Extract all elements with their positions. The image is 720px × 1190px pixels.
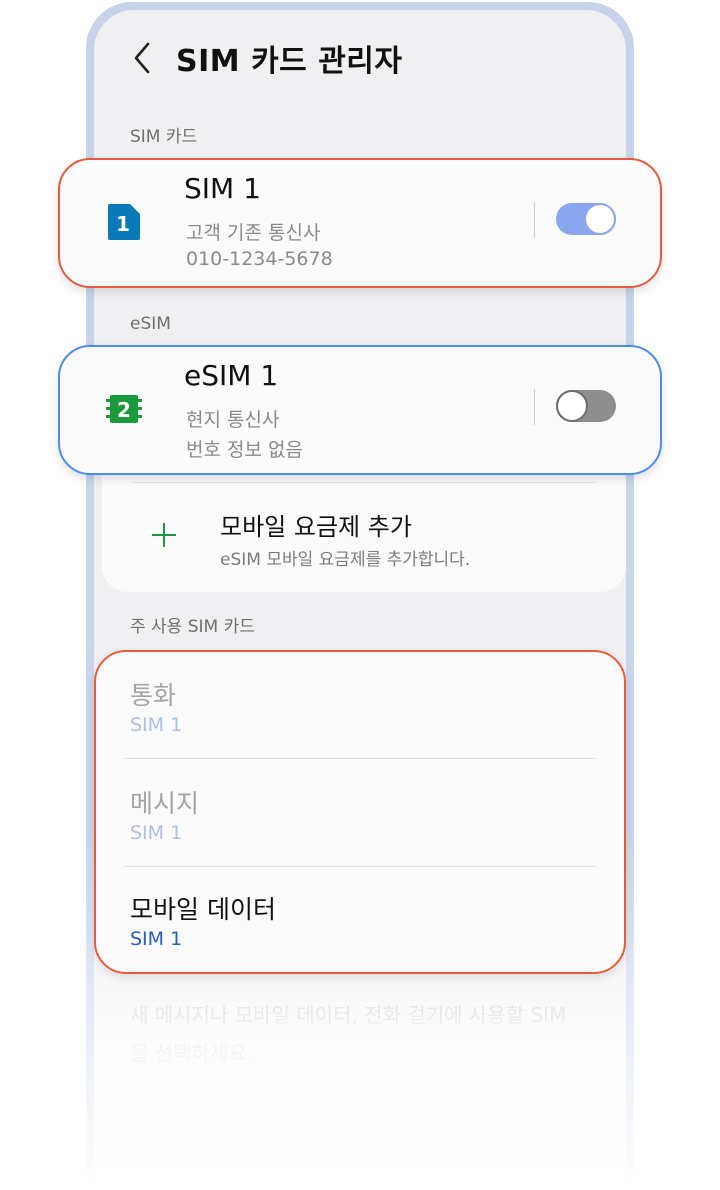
pref-mobile-data[interactable]: 모바일 데이터 SIM 1 bbox=[128, 868, 598, 976]
pref-mobile-data-label: 모바일 데이터 bbox=[130, 895, 276, 924]
row-divider bbox=[534, 202, 535, 238]
row-divider bbox=[534, 389, 535, 425]
pref-messages-label: 메시지 bbox=[130, 789, 200, 818]
primary-sim-card: 통화 SIM 1 메시지 SIM 1 모바일 데이터 SIM 1 bbox=[94, 650, 626, 974]
esim1-title: eSIM 1 bbox=[184, 359, 279, 392]
add-plan-row[interactable]: 모바일 요금제 추가 eSIM 모바일 요금제를 추가합니다. bbox=[102, 483, 626, 591]
footnote-text: 새 메시지나 모바일 데이터, 전화 걸기에 사용할 SIM을 선택하세요. bbox=[130, 1003, 567, 1065]
toggle-knob bbox=[556, 390, 588, 422]
back-arrow-icon[interactable] bbox=[130, 40, 154, 76]
sim1-badge: 1 bbox=[116, 212, 130, 236]
sim1-toggle[interactable] bbox=[556, 203, 616, 235]
esim-chip-2-icon: 2 bbox=[106, 395, 142, 423]
esim1-badge: 2 bbox=[117, 398, 131, 422]
pref-messages[interactable]: 메시지 SIM 1 bbox=[128, 760, 598, 868]
sim1-title: SIM 1 bbox=[184, 172, 261, 205]
sim1-number: 010-1234-5678 bbox=[186, 248, 333, 270]
pref-messages-value: SIM 1 bbox=[130, 822, 183, 844]
pref-mobile-data-value: SIM 1 bbox=[130, 928, 183, 950]
pref-calls-label: 통화 bbox=[130, 681, 177, 710]
section-label-primary-sim: 주 사용 SIM 카드 bbox=[130, 617, 255, 637]
esim1-carrier: 현지 통신사 bbox=[186, 409, 280, 431]
sim1-carrier: 고객 기존 통신사 bbox=[186, 222, 321, 244]
esim1-toggle[interactable] bbox=[556, 390, 616, 422]
page-title: SIM 카드 관리자 bbox=[176, 44, 403, 79]
sim1-row[interactable]: 1 SIM 1 고객 기존 통신사 010-1234-5678 bbox=[58, 158, 662, 288]
toggle-knob bbox=[584, 203, 616, 235]
section-label-esim: eSIM bbox=[130, 314, 171, 334]
esim1-number: 번호 정보 없음 bbox=[186, 439, 303, 461]
app-bar: SIM 카드 관리자 bbox=[94, 10, 626, 106]
divider bbox=[124, 758, 596, 759]
section-label-sim-cards: SIM 카드 bbox=[130, 127, 198, 147]
pref-calls-value: SIM 1 bbox=[130, 714, 183, 736]
esim1-row[interactable]: 2 eSIM 1 현지 통신사 번호 정보 없음 bbox=[58, 345, 662, 475]
plus-icon bbox=[152, 523, 176, 547]
divider bbox=[124, 866, 596, 867]
add-plan-subtitle: eSIM 모바일 요금제를 추가합니다. bbox=[220, 550, 471, 570]
pref-calls[interactable]: 통화 SIM 1 bbox=[128, 652, 598, 760]
sim-card-1-icon: 1 bbox=[108, 204, 140, 240]
add-plan-title: 모바일 요금제 추가 bbox=[220, 513, 412, 541]
